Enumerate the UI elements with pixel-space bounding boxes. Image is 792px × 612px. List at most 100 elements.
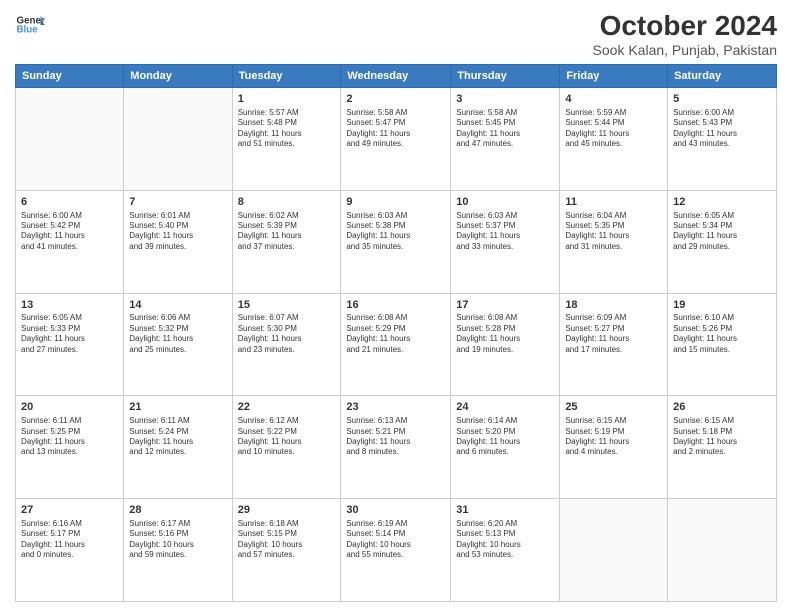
- calendar-subtitle: Sook Kalan, Punjab, Pakistan: [593, 42, 777, 58]
- day-number: 28: [129, 503, 226, 518]
- day-number: 2: [346, 92, 445, 107]
- weekday-header-wednesday: Wednesday: [341, 65, 451, 88]
- weekday-header-tuesday: Tuesday: [232, 65, 341, 88]
- calendar-cell: 27Sunrise: 6:16 AM Sunset: 5:17 PM Dayli…: [16, 499, 124, 602]
- day-number: 7: [129, 195, 226, 210]
- weekday-header-saturday: Saturday: [668, 65, 777, 88]
- title-block: October 2024 Sook Kalan, Punjab, Pakista…: [593, 10, 777, 58]
- calendar-cell: 2Sunrise: 5:58 AM Sunset: 5:47 PM Daylig…: [341, 88, 451, 191]
- day-info: Sunrise: 6:08 AM Sunset: 5:28 PM Dayligh…: [456, 313, 554, 355]
- day-number: 10: [456, 195, 554, 210]
- day-info: Sunrise: 6:08 AM Sunset: 5:29 PM Dayligh…: [346, 313, 445, 355]
- day-info: Sunrise: 6:14 AM Sunset: 5:20 PM Dayligh…: [456, 416, 554, 458]
- day-info: Sunrise: 6:18 AM Sunset: 5:15 PM Dayligh…: [238, 519, 336, 561]
- calendar-cell: 6Sunrise: 6:00 AM Sunset: 5:42 PM Daylig…: [16, 190, 124, 293]
- day-info: Sunrise: 6:15 AM Sunset: 5:18 PM Dayligh…: [673, 416, 771, 458]
- day-info: Sunrise: 6:00 AM Sunset: 5:43 PM Dayligh…: [673, 108, 771, 150]
- weekday-header-friday: Friday: [560, 65, 668, 88]
- week-row-1: 1Sunrise: 5:57 AM Sunset: 5:48 PM Daylig…: [16, 88, 777, 191]
- weekday-header-monday: Monday: [124, 65, 232, 88]
- day-number: 17: [456, 298, 554, 313]
- calendar-cell: 29Sunrise: 6:18 AM Sunset: 5:15 PM Dayli…: [232, 499, 341, 602]
- day-number: 1: [238, 92, 336, 107]
- calendar-cell: 7Sunrise: 6:01 AM Sunset: 5:40 PM Daylig…: [124, 190, 232, 293]
- calendar-cell: 10Sunrise: 6:03 AM Sunset: 5:37 PM Dayli…: [451, 190, 560, 293]
- calendar-cell: 21Sunrise: 6:11 AM Sunset: 5:24 PM Dayli…: [124, 396, 232, 499]
- day-info: Sunrise: 6:07 AM Sunset: 5:30 PM Dayligh…: [238, 313, 336, 355]
- calendar-cell: [560, 499, 668, 602]
- day-number: 23: [346, 400, 445, 415]
- calendar-cell: 4Sunrise: 5:59 AM Sunset: 5:44 PM Daylig…: [560, 88, 668, 191]
- day-info: Sunrise: 6:05 AM Sunset: 5:33 PM Dayligh…: [21, 313, 118, 355]
- day-number: 30: [346, 503, 445, 518]
- week-row-4: 20Sunrise: 6:11 AM Sunset: 5:25 PM Dayli…: [16, 396, 777, 499]
- calendar-cell: [668, 499, 777, 602]
- day-info: Sunrise: 6:16 AM Sunset: 5:17 PM Dayligh…: [21, 519, 118, 561]
- calendar-cell: 28Sunrise: 6:17 AM Sunset: 5:16 PM Dayli…: [124, 499, 232, 602]
- svg-text:Blue: Blue: [17, 25, 39, 36]
- calendar-cell: 5Sunrise: 6:00 AM Sunset: 5:43 PM Daylig…: [668, 88, 777, 191]
- calendar-cell: 24Sunrise: 6:14 AM Sunset: 5:20 PM Dayli…: [451, 396, 560, 499]
- day-info: Sunrise: 6:06 AM Sunset: 5:32 PM Dayligh…: [129, 313, 226, 355]
- day-info: Sunrise: 6:15 AM Sunset: 5:19 PM Dayligh…: [565, 416, 662, 458]
- calendar-title: October 2024: [593, 10, 777, 42]
- calendar-cell: 1Sunrise: 5:57 AM Sunset: 5:48 PM Daylig…: [232, 88, 341, 191]
- calendar-cell: 19Sunrise: 6:10 AM Sunset: 5:26 PM Dayli…: [668, 293, 777, 396]
- day-number: 8: [238, 195, 336, 210]
- day-number: 13: [21, 298, 118, 313]
- day-number: 14: [129, 298, 226, 313]
- day-info: Sunrise: 6:20 AM Sunset: 5:13 PM Dayligh…: [456, 519, 554, 561]
- day-number: 21: [129, 400, 226, 415]
- day-info: Sunrise: 6:01 AM Sunset: 5:40 PM Dayligh…: [129, 211, 226, 253]
- day-number: 24: [456, 400, 554, 415]
- day-info: Sunrise: 5:59 AM Sunset: 5:44 PM Dayligh…: [565, 108, 662, 150]
- calendar-cell: [16, 88, 124, 191]
- calendar-cell: 9Sunrise: 6:03 AM Sunset: 5:38 PM Daylig…: [341, 190, 451, 293]
- day-number: 18: [565, 298, 662, 313]
- calendar-cell: 12Sunrise: 6:05 AM Sunset: 5:34 PM Dayli…: [668, 190, 777, 293]
- logo: General Blue: [15, 10, 45, 40]
- day-info: Sunrise: 6:03 AM Sunset: 5:37 PM Dayligh…: [456, 211, 554, 253]
- day-number: 26: [673, 400, 771, 415]
- day-info: Sunrise: 5:57 AM Sunset: 5:48 PM Dayligh…: [238, 108, 336, 150]
- calendar-cell: 22Sunrise: 6:12 AM Sunset: 5:22 PM Dayli…: [232, 396, 341, 499]
- week-row-2: 6Sunrise: 6:00 AM Sunset: 5:42 PM Daylig…: [16, 190, 777, 293]
- weekday-header-sunday: Sunday: [16, 65, 124, 88]
- day-number: 12: [673, 195, 771, 210]
- day-info: Sunrise: 5:58 AM Sunset: 5:45 PM Dayligh…: [456, 108, 554, 150]
- day-number: 11: [565, 195, 662, 210]
- calendar-cell: [124, 88, 232, 191]
- calendar-cell: 17Sunrise: 6:08 AM Sunset: 5:28 PM Dayli…: [451, 293, 560, 396]
- day-number: 20: [21, 400, 118, 415]
- day-number: 15: [238, 298, 336, 313]
- calendar-cell: 20Sunrise: 6:11 AM Sunset: 5:25 PM Dayli…: [16, 396, 124, 499]
- day-number: 5: [673, 92, 771, 107]
- calendar-body: 1Sunrise: 5:57 AM Sunset: 5:48 PM Daylig…: [16, 88, 777, 602]
- day-info: Sunrise: 6:02 AM Sunset: 5:39 PM Dayligh…: [238, 211, 336, 253]
- logo-icon: General Blue: [15, 10, 45, 40]
- day-number: 3: [456, 92, 554, 107]
- calendar-cell: 31Sunrise: 6:20 AM Sunset: 5:13 PM Dayli…: [451, 499, 560, 602]
- day-number: 25: [565, 400, 662, 415]
- day-info: Sunrise: 6:00 AM Sunset: 5:42 PM Dayligh…: [21, 211, 118, 253]
- day-number: 31: [456, 503, 554, 518]
- day-number: 27: [21, 503, 118, 518]
- calendar-cell: 16Sunrise: 6:08 AM Sunset: 5:29 PM Dayli…: [341, 293, 451, 396]
- header: General Blue October 2024 Sook Kalan, Pu…: [15, 10, 777, 58]
- day-info: Sunrise: 5:58 AM Sunset: 5:47 PM Dayligh…: [346, 108, 445, 150]
- day-number: 22: [238, 400, 336, 415]
- calendar-cell: 11Sunrise: 6:04 AM Sunset: 5:35 PM Dayli…: [560, 190, 668, 293]
- calendar-cell: 3Sunrise: 5:58 AM Sunset: 5:45 PM Daylig…: [451, 88, 560, 191]
- day-number: 4: [565, 92, 662, 107]
- day-info: Sunrise: 6:11 AM Sunset: 5:25 PM Dayligh…: [21, 416, 118, 458]
- day-info: Sunrise: 6:17 AM Sunset: 5:16 PM Dayligh…: [129, 519, 226, 561]
- week-row-3: 13Sunrise: 6:05 AM Sunset: 5:33 PM Dayli…: [16, 293, 777, 396]
- calendar-table: SundayMondayTuesdayWednesdayThursdayFrid…: [15, 64, 777, 602]
- calendar-cell: 18Sunrise: 6:09 AM Sunset: 5:27 PM Dayli…: [560, 293, 668, 396]
- day-info: Sunrise: 6:03 AM Sunset: 5:38 PM Dayligh…: [346, 211, 445, 253]
- day-info: Sunrise: 6:11 AM Sunset: 5:24 PM Dayligh…: [129, 416, 226, 458]
- day-number: 29: [238, 503, 336, 518]
- day-info: Sunrise: 6:09 AM Sunset: 5:27 PM Dayligh…: [565, 313, 662, 355]
- calendar-cell: 25Sunrise: 6:15 AM Sunset: 5:19 PM Dayli…: [560, 396, 668, 499]
- week-row-5: 27Sunrise: 6:16 AM Sunset: 5:17 PM Dayli…: [16, 499, 777, 602]
